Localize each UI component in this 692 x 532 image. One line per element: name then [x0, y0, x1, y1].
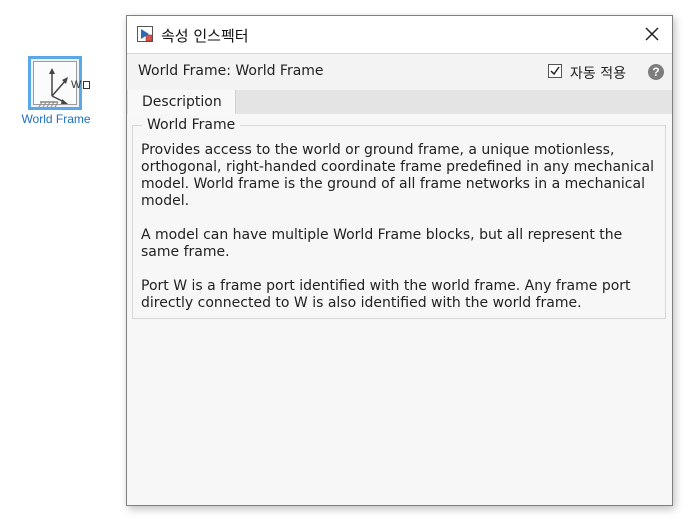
close-icon[interactable] [642, 24, 662, 44]
tab-strip: Description [127, 90, 672, 114]
auto-apply-checkbox[interactable] [548, 64, 562, 78]
inspector-header: World Frame: World Frame 자동 적용 ? [127, 54, 672, 91]
world-frame-block[interactable]: W [28, 56, 90, 110]
port-w-label: W [71, 79, 82, 91]
selected-block-title: World Frame: World Frame [138, 63, 324, 79]
dialog-title: 속성 인스펙터 [161, 27, 249, 45]
description-paragraph: Provides access to the world or ground f… [141, 142, 654, 209]
description-panel: World Frame Provides access to the world… [127, 114, 672, 505]
help-icon[interactable]: ? [648, 64, 664, 80]
checkmark-icon [550, 66, 560, 76]
auto-apply-label[interactable]: 자동 적용 [570, 63, 626, 83]
description-text: Provides access to the world or ground f… [141, 142, 661, 329]
dialog-titlebar[interactable]: 속성 인스펙터 [127, 16, 672, 54]
tab-description[interactable]: Description [128, 90, 236, 114]
group-title: World Frame [142, 117, 241, 133]
description-paragraph: Port W is a frame port identified with t… [141, 278, 631, 311]
property-inspector-icon [137, 26, 153, 42]
block-name-label[interactable]: World Frame [14, 112, 98, 126]
description-paragraph: A model can have multiple World Frame bl… [141, 227, 623, 260]
description-group: World Frame Provides access to the world… [132, 117, 666, 319]
property-inspector-dialog: 속성 인스펙터 World Frame: World Frame 자동 적용 ?… [126, 15, 673, 506]
port-w[interactable] [83, 81, 90, 89]
